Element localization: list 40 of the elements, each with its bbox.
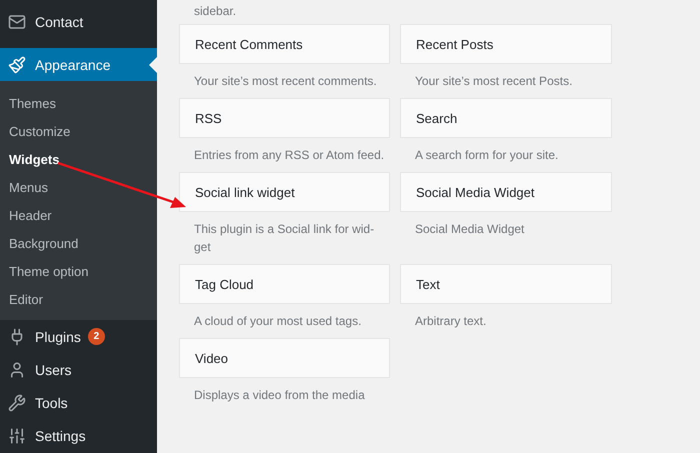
menu-icon: [8, 361, 26, 380]
widget-description: Your site’s most recent comments.: [193, 73, 378, 90]
intro-text: sidebar.: [194, 3, 238, 20]
submenu-item[interactable]: Menus: [0, 173, 157, 202]
submenu-item[interactable]: Customize: [0, 117, 157, 146]
widget-description: Arbitrary text.: [414, 313, 488, 330]
menu-item[interactable]: Tools: [0, 386, 157, 420]
menu-icon: [8, 427, 26, 446]
widget-card[interactable]: RSS: [179, 98, 390, 138]
menu-item[interactable]: Appearance: [0, 48, 157, 82]
count-badge: 2: [88, 328, 105, 346]
widget-description: Your site’s most recent Posts.: [414, 73, 574, 90]
menu-icon: [8, 394, 26, 412]
widget-card[interactable]: Text: [400, 264, 612, 304]
menu-item[interactable]: Users: [0, 354, 157, 387]
widget-card[interactable]: Social Media Widget: [400, 172, 612, 212]
current-pointer: [149, 57, 157, 74]
submenu-item[interactable]: Themes: [0, 89, 157, 118]
widget-description: Entries from any RSS or Atom feed.: [193, 147, 386, 164]
menu-icon: [8, 12, 26, 31]
widget-card[interactable]: Video: [179, 338, 390, 378]
widget-card[interactable]: Recent Posts: [400, 24, 612, 64]
widget-description: A cloud of your most used tags.: [193, 313, 362, 330]
widget-card[interactable]: Social link widget: [179, 172, 390, 212]
submenu-item[interactable]: Background: [0, 229, 157, 258]
widget-description: Displays a video from the media: [193, 387, 366, 404]
submenu-item[interactable]: Widgets: [0, 145, 157, 174]
widget-card[interactable]: Search: [400, 98, 612, 138]
widget-description: Social Media Widget: [414, 221, 526, 238]
menu-item[interactable]: Contact: [0, 5, 157, 38]
menu-icon: [8, 56, 26, 74]
menu-item[interactable]: Plugins 2: [0, 320, 157, 354]
submenu-item[interactable]: Theme option: [0, 257, 157, 286]
widget-description: This plugin is a Social link for wid-get: [193, 221, 376, 256]
widget-description: A search form for your site.: [414, 147, 560, 164]
submenu-item[interactable]: Editor: [0, 285, 157, 314]
submenu-item[interactable]: Header: [0, 201, 157, 230]
widget-card[interactable]: Tag Cloud: [179, 264, 390, 304]
menu-item[interactable]: Settings: [0, 420, 157, 453]
widget-card[interactable]: Recent Comments: [179, 24, 390, 64]
